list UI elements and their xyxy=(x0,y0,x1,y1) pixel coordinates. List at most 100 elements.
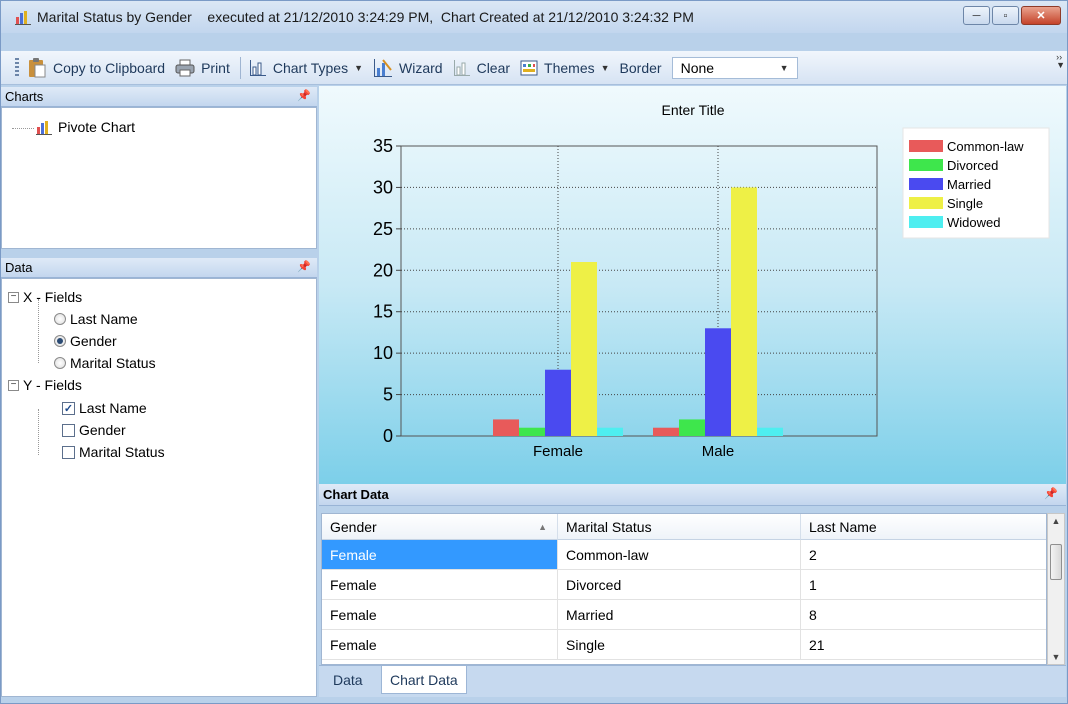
table-cell[interactable]: Single xyxy=(558,630,801,660)
collapse-icon[interactable]: − xyxy=(8,291,19,303)
table-cell[interactable]: 1 xyxy=(801,570,1046,600)
x-field-last-name[interactable]: Last Name xyxy=(54,311,138,327)
pin-icon[interactable]: 📌 xyxy=(297,89,311,102)
table-cell[interactable]: Common-law xyxy=(558,540,801,570)
table-cell[interactable]: Female xyxy=(322,540,558,570)
table-cell[interactable]: Female xyxy=(322,570,558,600)
border-label-text: Border xyxy=(619,59,662,76)
table-cell[interactable]: Female xyxy=(322,600,558,630)
bar-widowed-female[interactable] xyxy=(597,427,623,436)
data-panel-title: Data xyxy=(5,260,33,275)
border-select[interactable]: None ▼ xyxy=(671,56,798,79)
pin-icon[interactable]: 📌 xyxy=(297,260,311,273)
minimize-button[interactable]: ─ xyxy=(963,6,990,25)
collapse-icon[interactable]: − xyxy=(8,379,19,391)
chart-area[interactable]: Enter Title 0 5 10 15 20 25 30 35 Female Male Co… xyxy=(319,86,1066,484)
bar-widowed-male[interactable] xyxy=(757,427,783,436)
copy-to-clipboard-button[interactable]: Copy to Clipboard xyxy=(27,57,165,79)
wizard-button[interactable]: Wizard xyxy=(373,58,443,78)
tree-item-pivote-chart[interactable]: Pivote Chart xyxy=(36,119,135,135)
checkbox[interactable] xyxy=(62,445,75,459)
bar-chart: Enter Title 0 5 10 15 20 25 30 35 Female Male Co… xyxy=(373,102,1050,460)
chevron-down-icon: ▼ xyxy=(779,62,789,73)
bar-single-male[interactable] xyxy=(731,187,757,436)
maximize-button[interactable]: ▫ xyxy=(992,6,1019,25)
table-cell[interactable]: 21 xyxy=(801,630,1046,660)
radio-button[interactable] xyxy=(54,313,66,325)
field-label: Last Name xyxy=(70,311,138,327)
wizard-icon xyxy=(374,58,393,77)
clipboard-icon xyxy=(29,57,46,77)
column-header-marital-status[interactable]: Marital Status xyxy=(558,514,801,540)
border-select-value: None xyxy=(680,59,715,76)
checkbox-checked[interactable]: ✓ xyxy=(62,401,75,415)
tree-connector xyxy=(38,299,39,363)
pin-icon[interactable]: 📌 xyxy=(1044,487,1058,500)
bar-divorced-female[interactable] xyxy=(519,427,545,436)
bar-married-male[interactable] xyxy=(705,328,731,436)
x-field-marital-status[interactable]: Marital Status xyxy=(54,355,156,371)
legend-label: Single xyxy=(947,196,983,211)
table-cell[interactable]: Married xyxy=(558,600,801,630)
chart-icon xyxy=(15,11,31,25)
copy-label: Copy to Clipboard xyxy=(53,59,166,76)
tree-connector xyxy=(12,128,34,129)
clear-chart-icon xyxy=(453,59,470,76)
y-tick-label: 0 xyxy=(383,426,393,446)
y-field-gender[interactable]: Gender xyxy=(62,422,126,438)
field-label: Gender xyxy=(70,333,117,349)
chart-data-panel-title: Chart Data xyxy=(323,487,389,502)
y-tick-label: 25 xyxy=(373,219,393,239)
tab-data[interactable]: Data xyxy=(325,666,371,694)
bar-divorced-male[interactable] xyxy=(679,419,705,436)
bar-common-law-female[interactable] xyxy=(493,419,519,436)
x-fields-group[interactable]: − X - Fields xyxy=(8,289,82,305)
clear-button[interactable]: Clear xyxy=(453,59,510,77)
column-header-gender[interactable]: Gender ▲ xyxy=(322,514,558,540)
legend-swatch xyxy=(909,140,943,152)
scroll-up-icon[interactable]: ▲ xyxy=(1048,516,1064,526)
toolbar-overflow-icon[interactable]: ›› ▼ xyxy=(1056,53,1065,70)
bar-single-female[interactable] xyxy=(571,262,597,436)
charts-panel: Pivote Chart xyxy=(1,107,317,249)
chart-types-button[interactable]: Chart Types ▼ xyxy=(249,59,363,77)
y-field-marital-status[interactable]: Marital Status xyxy=(62,444,165,460)
toolbar-grip[interactable] xyxy=(15,57,19,78)
table-cell[interactable]: Female xyxy=(322,630,558,660)
bar-married-female[interactable] xyxy=(545,369,571,436)
wizard-label: Wizard xyxy=(399,59,443,76)
legend-label: Married xyxy=(947,177,991,192)
tab-chart-data[interactable]: Chart Data xyxy=(381,666,467,694)
field-label: Marital Status xyxy=(79,444,165,460)
data-panel-header: Data 📌 xyxy=(1,258,317,278)
y-fields-group[interactable]: − Y - Fields xyxy=(8,377,82,393)
print-button[interactable]: Print xyxy=(175,59,230,77)
chart-title: Enter Title xyxy=(661,102,724,118)
radio-button-selected[interactable] xyxy=(54,335,66,347)
legend-swatch xyxy=(909,216,943,228)
x-fields-label: X - Fields xyxy=(23,289,83,305)
tree-item-label: Pivote Chart xyxy=(58,119,136,135)
vertical-scrollbar[interactable]: ▲ ▼ xyxy=(1047,513,1065,665)
scroll-down-icon[interactable]: ▼ xyxy=(1048,652,1064,662)
x-field-gender[interactable]: Gender xyxy=(54,333,117,349)
checkbox[interactable] xyxy=(62,423,75,437)
close-button[interactable]: ✕ xyxy=(1021,6,1061,25)
column-header-last-name[interactable]: Last Name xyxy=(801,514,1046,540)
clear-label: Clear xyxy=(476,59,511,76)
table-cell[interactable]: 2 xyxy=(801,540,1046,570)
themes-button[interactable]: Themes ▼ xyxy=(520,60,610,76)
field-label: Last Name xyxy=(79,400,147,416)
scroll-thumb[interactable] xyxy=(1050,544,1062,580)
bar-common-law-male[interactable] xyxy=(653,427,679,436)
table-cell[interactable]: Divorced xyxy=(558,570,801,600)
y-tick-label: 35 xyxy=(373,136,393,156)
radio-button[interactable] xyxy=(54,357,66,369)
window-title: Marital Status by Gender executed at 21/… xyxy=(37,9,694,25)
column-header-label: Gender xyxy=(330,518,377,535)
plot-frame xyxy=(400,145,878,437)
y-tick-label: 15 xyxy=(373,302,393,322)
themes-label: Themes xyxy=(544,59,595,76)
y-field-last-name[interactable]: ✓ Last Name xyxy=(62,400,147,416)
table-cell[interactable]: 8 xyxy=(801,600,1046,630)
